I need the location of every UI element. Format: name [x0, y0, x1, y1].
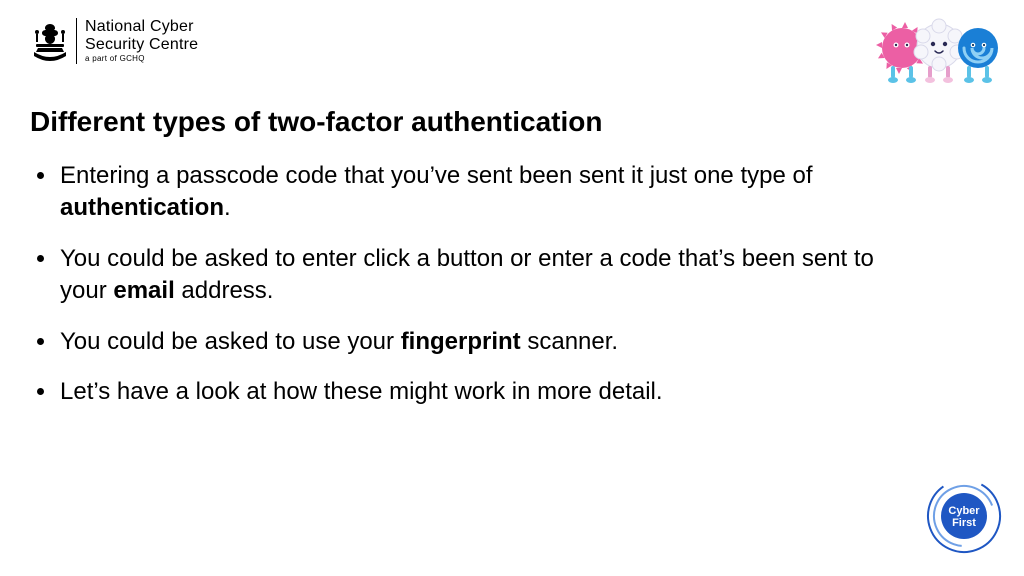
bullet-text: address. — [175, 277, 274, 304]
ncsc-text: National Cyber Security Centre a part of… — [85, 18, 198, 64]
bullet-text: Entering a passcode code that you’ve sen… — [60, 162, 813, 189]
crest-icon — [30, 18, 70, 64]
list-item: You could be asked to use your fingerpri… — [58, 326, 904, 358]
bullet-text: You could be asked to use your — [60, 328, 401, 355]
list-item: You could be asked to enter click a butt… — [58, 243, 904, 308]
bullet-text: . — [224, 194, 231, 221]
org-sub: a part of GCHQ — [85, 55, 198, 64]
list-item: Entering a passcode code that you’ve sen… — [58, 160, 904, 225]
list-item: Let’s have a look at how these might wor… — [58, 376, 904, 408]
bullet-bold: authentication — [60, 194, 224, 221]
bullet-bold: fingerprint — [401, 328, 521, 355]
bullet-text: Let’s have a look at how these might wor… — [60, 378, 663, 405]
bullet-bold: email — [113, 277, 174, 304]
badge-line1: Cyber — [948, 505, 980, 517]
org-line2: Security Centre — [85, 36, 198, 54]
ncsc-logo: National Cyber Security Centre a part of… — [30, 18, 198, 64]
cyberfirst-badge-icon: Cyber First — [926, 478, 1002, 554]
logo-divider — [76, 18, 77, 64]
mascot-characters-icon — [876, 14, 1006, 94]
badge-line2: First — [952, 517, 976, 529]
org-line1: National Cyber — [85, 18, 198, 36]
page-title: Different types of two-factor authentica… — [30, 106, 602, 138]
bullet-list: Entering a passcode code that you’ve sen… — [30, 160, 904, 426]
slide: National Cyber Security Centre a part of… — [0, 0, 1024, 576]
bullet-text: scanner. — [521, 328, 618, 355]
